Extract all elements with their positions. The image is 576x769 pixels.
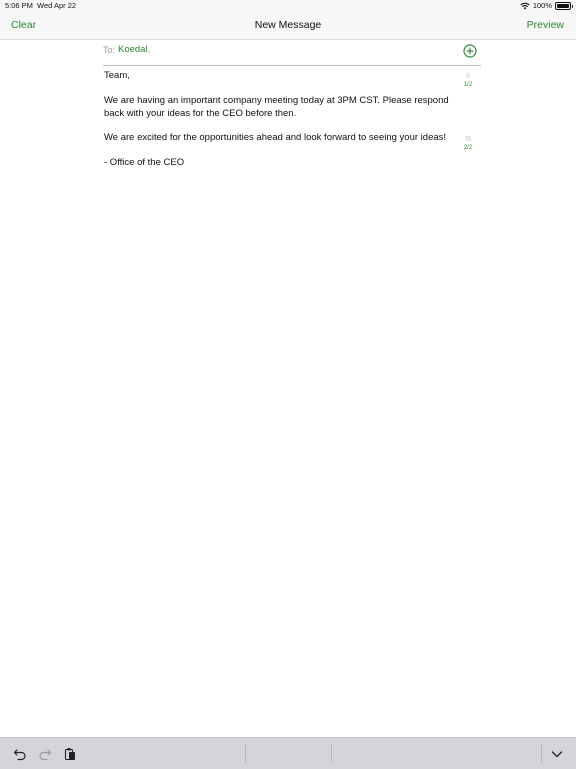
recipient-separator: ,: [147, 44, 151, 55]
toolbar-divider: [245, 744, 246, 763]
status-date: Wed Apr 22: [37, 1, 77, 10]
toolbar-divider: [541, 744, 542, 763]
char-count: 75: [464, 137, 472, 143]
segment-count: 2/2: [463, 145, 473, 151]
to-label: To:: [103, 45, 116, 55]
message-signature: - Office of the CEO: [104, 157, 185, 168]
nav-bar: Clear New Message Preview: [0, 12, 576, 40]
keyboard-toolbar: [0, 737, 576, 769]
recipient-name: Koedal: [118, 44, 148, 55]
segment-counter: 75 2/2: [458, 136, 478, 152]
paste-icon[interactable]: [63, 747, 77, 761]
recipient-token[interactable]: Koedal,: [118, 44, 150, 55]
toolbar-divider: [331, 744, 332, 763]
message-paragraph-1: We are having an important company meeti…: [104, 95, 449, 119]
char-count: 0: [466, 74, 470, 80]
preview-button[interactable]: Preview: [527, 19, 564, 31]
page-title: New Message: [254, 19, 322, 31]
status-bar: 5:06 PM Wed Apr 22 100%: [0, 0, 576, 12]
chevron-down-icon[interactable]: [550, 747, 564, 761]
wifi-icon: [520, 2, 530, 9]
redo-icon[interactable]: [38, 747, 52, 761]
status-time: 5:06 PM: [5, 1, 33, 10]
message-paragraph-2: We are excited for the opportunities ahe…: [104, 132, 447, 143]
segment-count: 1/2: [463, 82, 473, 88]
battery-percent: 100%: [532, 1, 552, 10]
message-greeting: Team,: [104, 70, 130, 81]
battery-icon: [555, 1, 573, 10]
recipient-field[interactable]: To: Koedal,: [103, 41, 481, 66]
plus-circle-icon[interactable]: [463, 44, 477, 58]
status-right: 100%: [520, 1, 573, 10]
segment-counter: 0 1/2: [458, 73, 478, 89]
undo-icon[interactable]: [13, 747, 27, 761]
